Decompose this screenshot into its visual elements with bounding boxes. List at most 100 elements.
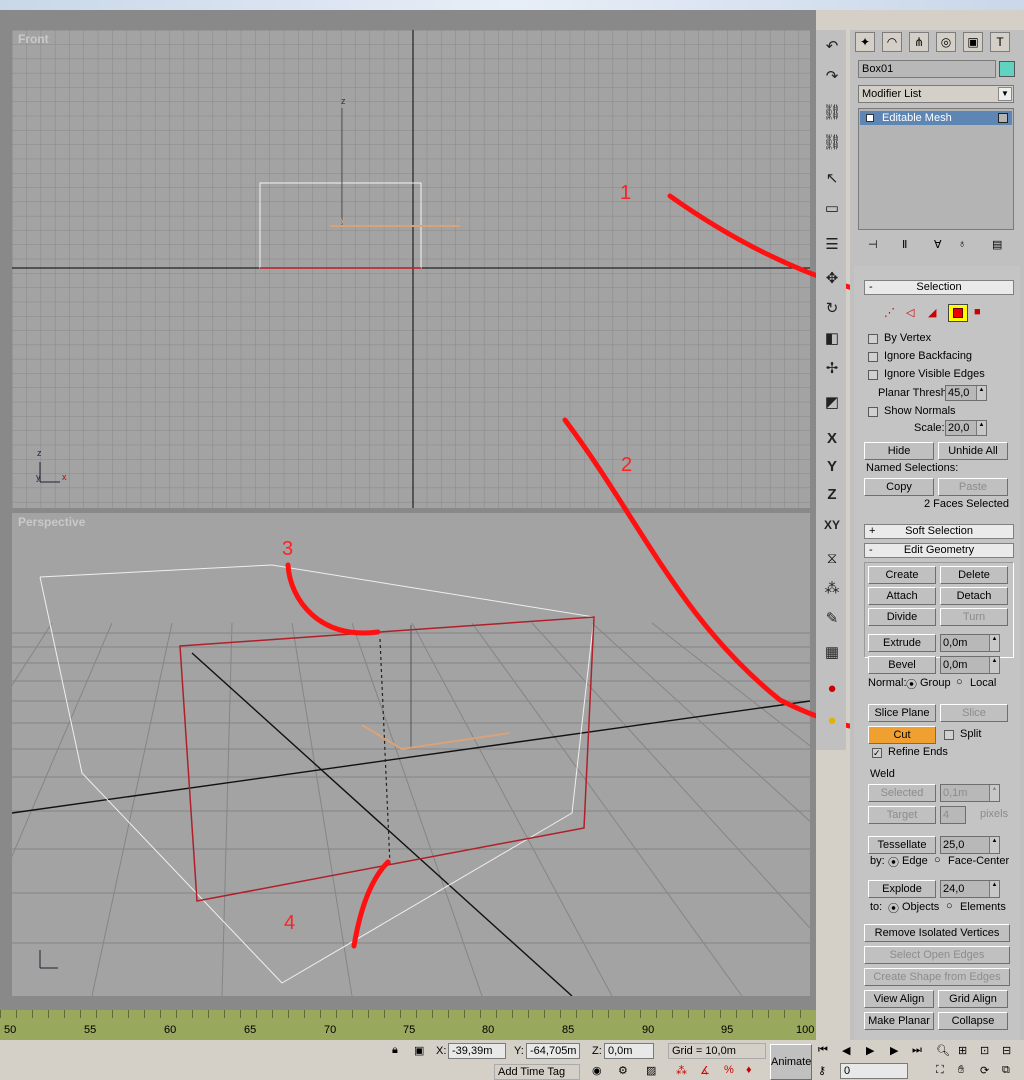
pivot-icon[interactable]: ✢	[820, 358, 844, 380]
expand-icon[interactable]	[866, 114, 874, 122]
next-frame-icon[interactable]: ▶	[890, 1044, 898, 1057]
group-radio[interactable]: ⦿	[906, 676, 917, 692]
go-to-start-icon[interactable]: ⏮	[818, 1044, 828, 1057]
objects-radio[interactable]: ⦿	[888, 900, 899, 916]
element-subobject-icon[interactable]: ■	[974, 306, 981, 318]
show-end-result-icon[interactable]: Ⅱ	[902, 238, 907, 251]
face-subobject-icon[interactable]: ◢	[928, 306, 936, 319]
copy-button[interactable]: Copy	[864, 478, 934, 496]
tessellate-spinner[interactable]: 25,0 ▲	[940, 836, 1000, 854]
move-icon[interactable]: ✥	[820, 268, 844, 290]
configure-sets-icon[interactable]: ▤	[992, 238, 1002, 251]
z-coord-field[interactable]: 0,0m	[604, 1043, 654, 1059]
turn-button[interactable]: Turn	[940, 608, 1008, 626]
paste-button[interactable]: Paste	[938, 478, 1008, 496]
detach-button[interactable]: Detach	[940, 587, 1008, 605]
face-center-radio[interactable]: ○	[934, 854, 941, 866]
attach-button[interactable]: Attach	[868, 587, 936, 605]
create-button[interactable]: Create	[868, 566, 936, 584]
cut-button[interactable]: Cut	[868, 726, 936, 744]
utilities-tab-icon[interactable]: T	[990, 32, 1010, 52]
chevron-down-icon[interactable]: ▼	[998, 87, 1012, 101]
current-frame-field[interactable]: 0	[840, 1063, 908, 1079]
select-open-edges-button[interactable]: Select Open Edges	[864, 946, 1010, 964]
align-icon[interactable]: ✎	[820, 608, 844, 630]
y-coord-field[interactable]: -64,705m	[526, 1043, 580, 1059]
slice-button[interactable]: Slice	[940, 704, 1008, 722]
bevel-button[interactable]: Bevel	[868, 656, 936, 674]
pin-stack-icon[interactable]: ⊣	[868, 238, 878, 251]
animate-button[interactable]: Animate	[770, 1044, 812, 1080]
display-tab-icon[interactable]: ▣	[963, 32, 983, 52]
angle-snap-2-icon[interactable]: ∡	[700, 1064, 710, 1077]
weld-target-button[interactable]: Target	[868, 806, 936, 824]
bevel-spinner[interactable]: 0,0m ▲	[940, 656, 1000, 674]
modify-tab-icon[interactable]: ◠	[882, 32, 902, 52]
object-name-field[interactable]: Box01	[858, 60, 996, 78]
slice-plane-button[interactable]: Slice Plane	[868, 704, 936, 722]
angle-snap-icon[interactable]: ⚙	[618, 1064, 628, 1077]
arc-rotate-icon[interactable]: ⟳	[980, 1064, 989, 1077]
ignore-backfacing-checkbox[interactable]	[868, 352, 878, 362]
percent-icon[interactable]: %	[724, 1064, 734, 1076]
undo-icon[interactable]: ↶	[820, 36, 844, 58]
percent-snap-icon[interactable]: ▨	[646, 1064, 656, 1077]
play-icon[interactable]: ▶	[866, 1044, 874, 1057]
view-align-button[interactable]: View Align	[864, 990, 934, 1008]
key-mode-icon[interactable]: ⚷	[818, 1064, 826, 1077]
material-editor-icon[interactable]: ●	[820, 678, 844, 700]
extrude-button[interactable]: Extrude	[868, 634, 936, 652]
timeline-ruler[interactable]: 50 55 60 65 70 75 80 85 90 95 100	[0, 1010, 816, 1040]
axis-xy-button[interactable]: XY	[820, 514, 844, 536]
motion-tab-icon[interactable]: ◎	[936, 32, 956, 52]
front-viewport-label[interactable]: Front	[18, 32, 49, 46]
redo-icon[interactable]: ↷	[820, 66, 844, 88]
perspective-viewport-label[interactable]: Perspective	[18, 515, 85, 529]
polygon-subobject-icon[interactable]	[948, 304, 968, 322]
array-icon[interactable]: ⁂	[820, 578, 844, 600]
show-normals-checkbox[interactable]	[868, 407, 878, 417]
previous-frame-icon[interactable]: ◀	[842, 1044, 850, 1057]
lock-icon[interactable]: 🔒︎	[392, 1044, 398, 1057]
remove-isolated-vertices-button[interactable]: Remove Isolated Vertices	[864, 924, 1010, 942]
weld-selected-button[interactable]: Selected	[868, 784, 936, 802]
edit-geometry-rollout-header[interactable]: - Edit Geometry	[864, 543, 1014, 558]
target-pixels-spinner[interactable]: 4	[940, 806, 966, 824]
hide-button[interactable]: Hide	[864, 442, 934, 460]
stack-toggle-icon[interactable]	[998, 113, 1008, 123]
grid-align-button[interactable]: Grid Align	[938, 990, 1008, 1008]
local-radio[interactable]: ○	[956, 676, 963, 688]
unhide-all-button[interactable]: Unhide All	[938, 442, 1008, 460]
ignore-visible-edges-checkbox[interactable]	[868, 370, 878, 380]
hierarchy-tab-icon[interactable]: ⋔	[909, 32, 929, 52]
pan-icon[interactable]: ✋︎	[958, 1064, 964, 1077]
by-vertex-checkbox[interactable]	[868, 334, 878, 344]
selection-rollout-header[interactable]: - Selection	[864, 280, 1014, 295]
stack-item-editable-mesh[interactable]: Editable Mesh	[860, 111, 1012, 125]
perspective-viewport[interactable]: Perspective	[12, 513, 810, 996]
remove-modifier-icon[interactable]: ♁	[958, 238, 966, 250]
explode-button[interactable]: Explode	[868, 880, 936, 898]
x-coord-field[interactable]: -39,39m	[448, 1043, 506, 1059]
go-to-end-icon[interactable]: ⏭	[912, 1044, 922, 1057]
snap-toggle-icon[interactable]: ◉	[592, 1064, 602, 1077]
make-planar-button[interactable]: Make Planar	[864, 1012, 934, 1030]
add-time-tag-field[interactable]: Add Time Tag	[494, 1064, 580, 1080]
make-unique-icon[interactable]: ∀	[934, 238, 942, 251]
manipulate-icon[interactable]: ◩	[820, 392, 844, 414]
render-icon[interactable]: ●	[820, 710, 844, 732]
edge-subobject-icon[interactable]: ◁	[906, 306, 914, 319]
select-by-name-icon[interactable]: ☰	[820, 234, 844, 256]
rotate-icon[interactable]: ↻	[820, 298, 844, 320]
modifier-list-dropdown[interactable]: Modifier List ▼	[858, 85, 1014, 103]
axis-y-button[interactable]: Y	[820, 456, 844, 478]
unlink-icon[interactable]: ⛓	[820, 132, 844, 154]
front-viewport[interactable]: z x y z x y Front	[12, 30, 810, 508]
split-checkbox[interactable]	[944, 730, 954, 740]
maximize-viewport-icon[interactable]: ⧉	[1002, 1064, 1010, 1077]
object-color-swatch[interactable]	[999, 61, 1015, 77]
axis-x-button[interactable]: X	[820, 428, 844, 450]
select-region-icon[interactable]: ▭	[820, 198, 844, 220]
edge-radio[interactable]: ⦿	[888, 854, 899, 870]
zoom-all-icon[interactable]: ⊞	[958, 1044, 967, 1057]
